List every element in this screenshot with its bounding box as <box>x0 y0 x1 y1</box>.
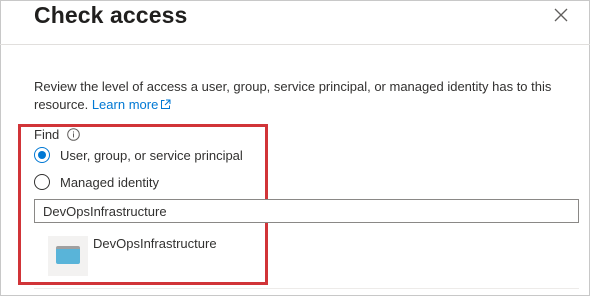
info-icon[interactable] <box>67 128 80 141</box>
radio-managed-identity[interactable]: Managed identity <box>34 174 159 190</box>
results-divider <box>34 288 579 289</box>
radio-button[interactable] <box>34 174 50 190</box>
learn-more-link[interactable]: Learn more <box>92 97 171 112</box>
find-label: Find <box>34 127 60 142</box>
result-name: DevOpsInfrastructure <box>93 236 217 251</box>
close-icon <box>554 8 568 22</box>
radio-label: User, group, or service principal <box>60 147 243 163</box>
description: Review the level of access a user, group… <box>34 78 574 114</box>
search-result-item[interactable]: DevOpsInfrastructure <box>48 236 217 276</box>
header-divider <box>0 44 590 45</box>
pane-title: Check access <box>34 2 188 28</box>
search-input[interactable] <box>34 199 579 223</box>
learn-more-label: Learn more <box>91 97 159 112</box>
radio-label: Managed identity <box>60 174 160 190</box>
app-icon <box>48 236 88 276</box>
radio-button-selected[interactable] <box>34 147 50 163</box>
radio-user-group-sp[interactable]: User, group, or service principal <box>34 147 243 163</box>
close-button[interactable] <box>552 6 570 24</box>
external-link-icon <box>161 99 171 109</box>
